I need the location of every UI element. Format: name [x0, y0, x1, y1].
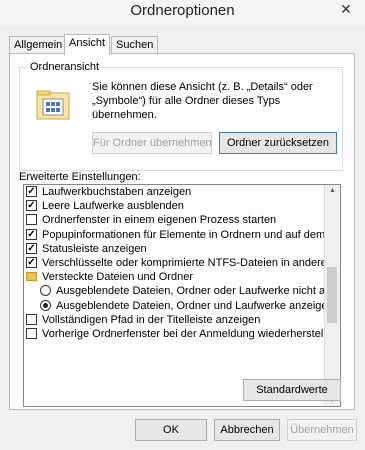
- setting-label: Verschlüsselte oder komprimierte NTFS-Da…: [42, 256, 324, 269]
- folder-icon: [26, 272, 37, 282]
- advanced-settings-label: Erweiterte Einstellungen:: [19, 171, 141, 183]
- setting-checkbox[interactable]: ✓: [26, 200, 37, 212]
- setting-row[interactable]: Vorherige Ordnerfenster bei der Anmeldun…: [24, 327, 324, 341]
- setting-label: Statusleiste anzeigen: [42, 242, 147, 255]
- setting-row[interactable]: ✓ Popupinformationen für Elemente in Ordn…: [24, 228, 324, 242]
- setting-checkbox[interactable]: [26, 327, 37, 339]
- setting-label: Vollständigen Pfad in der Titelleiste an…: [42, 313, 261, 326]
- advanced-settings-scrollbar[interactable]: ▲ ▼: [324, 185, 340, 406]
- folder-view-legend: Ordneransicht: [27, 61, 103, 73]
- cancel-button[interactable]: Abbrechen: [214, 419, 280, 441]
- scrollbar-thumb[interactable]: [327, 267, 337, 323]
- tab-allgemein[interactable]: Allgemein: [9, 36, 68, 54]
- setting-label: Ausgeblendete Dateien, Ordner oder Laufw…: [56, 285, 324, 298]
- advanced-settings-list[interactable]: ✓ Laufwerkbuchstaben anzeigen ✓ Leere Laufw…: [23, 184, 341, 407]
- setting-label: Laufwerkbuchstaben anzeigen: [42, 186, 192, 198]
- tab-panel-ansicht: Ordneransicht Sie können diese Ansicht (…: [9, 53, 355, 410]
- setting-label: Versteckte Dateien und Ordner: [42, 271, 194, 284]
- setting-checkbox[interactable]: [26, 313, 37, 325]
- folder-view-icon: [36, 90, 70, 120]
- setting-row[interactable]: Ausgeblendete Dateien, Ordner oder Laufw…: [24, 284, 324, 298]
- setting-row[interactable]: ✓ Statusleiste anzeigen: [24, 242, 324, 256]
- setting-checkbox[interactable]: ✓: [26, 228, 37, 240]
- setting-checkbox[interactable]: ✓: [26, 256, 37, 268]
- window-title: Ordneroptionen: [130, 2, 235, 19]
- tab-suchen[interactable]: Suchen: [111, 36, 159, 54]
- folder-view-group: Ordneransicht Sie können diese Ansicht (…: [19, 61, 343, 171]
- folder-view-description: Sie können diese Ansicht (z. B. „Details…: [92, 81, 313, 121]
- ok-button[interactable]: OK: [135, 419, 207, 441]
- apply-to-folders-button[interactable]: Für Ordner übernehmen: [92, 132, 212, 154]
- setting-label: Popupinformationen für Elemente in Ordne…: [42, 228, 324, 241]
- setting-row[interactable]: ✓ Laufwerkbuchstaben anzeigen: [24, 185, 324, 199]
- setting-row[interactable]: ✓ Verschlüsselte oder komprimierte NTFS-D…: [24, 256, 324, 270]
- setting-label: Vorherige Ordnerfenster bei der Anmeldun…: [42, 327, 324, 340]
- apply-button[interactable]: Übernehmen: [287, 419, 357, 441]
- setting-row[interactable]: Ausgeblendete Dateien, Ordner und Laufwe…: [24, 299, 324, 313]
- tab-ansicht[interactable]: Ansicht: [64, 34, 111, 55]
- setting-label: Ausgeblendete Dateien, Ordner und Laufwe…: [56, 299, 324, 312]
- setting-checkbox[interactable]: ✓: [26, 186, 37, 197]
- setting-row[interactable]: Vollständigen Pfad in der Titelleiste an…: [24, 313, 324, 327]
- setting-checkbox[interactable]: ✓: [26, 242, 37, 254]
- setting-label: Ordnerfenster in einem eigenen Prozess s…: [42, 214, 277, 227]
- setting-row[interactable]: Versteckte Dateien und Ordner: [24, 270, 324, 284]
- setting-row[interactable]: Ordnerfenster in einem eigenen Prozess s…: [24, 213, 324, 227]
- reset-folders-button[interactable]: Ordner zurücksetzen: [219, 132, 337, 154]
- setting-label: Leere Laufwerke ausblenden: [42, 200, 184, 213]
- setting-radio[interactable]: [40, 299, 51, 311]
- setting-checkbox[interactable]: [26, 214, 37, 226]
- setting-radio[interactable]: [40, 285, 51, 297]
- scroll-up-icon[interactable]: ▲: [325, 187, 340, 194]
- setting-row[interactable]: ✓ Leere Laufwerke ausblenden: [24, 199, 324, 213]
- close-button[interactable]: ✕: [335, 0, 357, 18]
- defaults-button[interactable]: Standardwerte: [243, 379, 341, 401]
- title-bar: Ordneroptionen ✕: [0, 0, 365, 26]
